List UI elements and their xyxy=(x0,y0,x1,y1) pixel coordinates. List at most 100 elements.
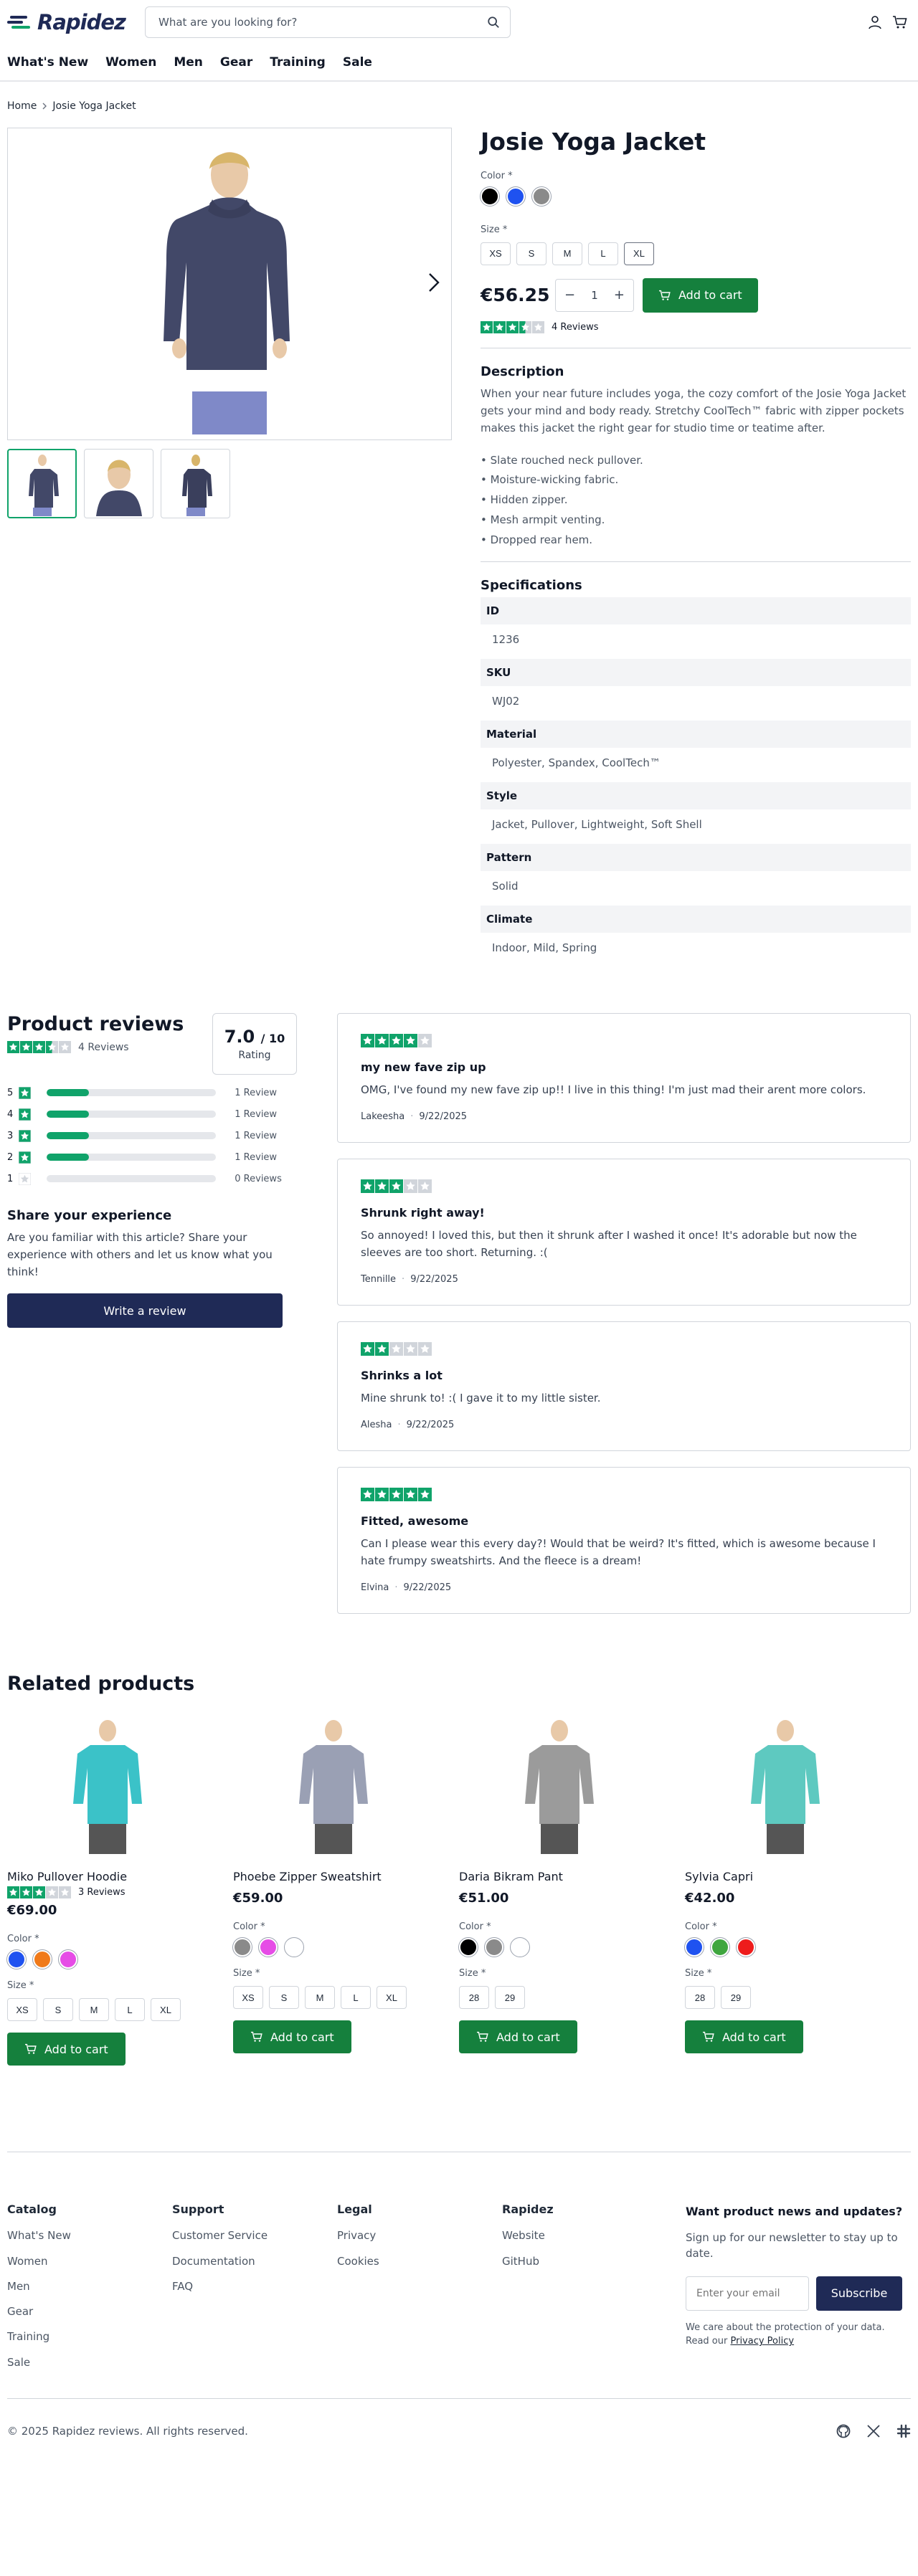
size-option-28[interactable]: 28 xyxy=(685,1986,715,2010)
quantity-value[interactable]: 1 xyxy=(591,289,598,302)
color-swatch-2[interactable] xyxy=(484,1937,504,1958)
thumbnail-2[interactable] xyxy=(84,449,153,518)
color-swatch-3[interactable] xyxy=(531,186,552,206)
nav-item-men[interactable]: Men xyxy=(174,55,203,70)
size-option-29[interactable]: 29 xyxy=(721,1986,751,2010)
write-review-button[interactable]: Write a review xyxy=(7,1293,283,1329)
related-product-name[interactable]: Miko Pullover Hoodie xyxy=(7,1870,233,1883)
review-author: Tennille xyxy=(361,1274,397,1285)
plus-icon[interactable]: + xyxy=(614,287,625,303)
add-to-cart-button[interactable]: Add to cart xyxy=(7,2033,126,2066)
add-to-cart-button[interactable]: Add to cart xyxy=(643,277,758,313)
search-input[interactable] xyxy=(158,16,474,29)
size-option-m[interactable]: M xyxy=(79,1998,109,2022)
breadcrumb-home[interactable]: Home xyxy=(7,100,37,112)
size-option-s[interactable]: S xyxy=(269,1986,299,2010)
footer-link[interactable]: GitHub xyxy=(502,2249,667,2274)
add-to-cart-button[interactable]: Add to cart xyxy=(459,2020,577,2054)
size-option-xs[interactable]: XS xyxy=(481,242,511,265)
nav-item-sale[interactable]: Sale xyxy=(343,55,372,70)
size-option-xl[interactable]: XL xyxy=(377,1986,407,2010)
cart-icon[interactable] xyxy=(892,15,908,29)
rating-bar-row[interactable]: 1 0 Reviews xyxy=(7,1168,297,1189)
footer-link[interactable]: Documentation xyxy=(172,2249,337,2274)
size-option-29[interactable]: 29 xyxy=(495,1986,525,2010)
color-swatch-2[interactable] xyxy=(32,1949,52,1970)
size-option-l[interactable]: L xyxy=(115,1998,145,2022)
review-meta: Alesha · 9/22/2025 xyxy=(361,1420,887,1430)
review-count[interactable]: 4 Reviews xyxy=(552,322,599,333)
color-swatch-1[interactable] xyxy=(480,186,500,206)
x-icon[interactable] xyxy=(866,2424,881,2438)
color-swatch-2[interactable] xyxy=(710,1937,730,1958)
size-option-l[interactable]: L xyxy=(588,242,618,265)
related-product-name[interactable]: Sylvia Capri xyxy=(685,1870,911,1883)
next-image-button[interactable] xyxy=(427,272,441,296)
footer-link[interactable]: Training xyxy=(7,2324,172,2349)
rating-bar-row[interactable]: 2 1 Review xyxy=(7,1146,297,1168)
logo[interactable]: Rapidez xyxy=(7,10,129,34)
footer-link[interactable]: Gear xyxy=(7,2299,172,2324)
color-swatch-1[interactable] xyxy=(684,1937,704,1958)
email-field[interactable] xyxy=(686,2276,809,2311)
size-option-s[interactable]: S xyxy=(43,1998,73,2022)
privacy-policy-link[interactable]: Privacy Policy xyxy=(730,2336,794,2347)
rating-bar-row[interactable]: 5 1 Review xyxy=(7,1082,297,1103)
thumbnail-1[interactable] xyxy=(7,449,77,518)
size-option-xl[interactable]: XL xyxy=(151,1998,181,2022)
footer-link[interactable]: FAQ xyxy=(172,2274,337,2299)
nav-item-women[interactable]: Women xyxy=(105,55,156,70)
related-product-image[interactable] xyxy=(488,1716,631,1860)
size-option-28[interactable]: 28 xyxy=(459,1986,489,2010)
footer-link[interactable]: Website xyxy=(502,2223,667,2248)
nav-item-training[interactable]: Training xyxy=(270,55,326,70)
footer-link[interactable]: Sale xyxy=(7,2350,172,2375)
footer-link[interactable]: What's New xyxy=(7,2223,172,2248)
size-option-m[interactable]: M xyxy=(305,1986,335,2010)
footer-link[interactable]: Men xyxy=(7,2274,172,2299)
search-bar[interactable] xyxy=(145,6,511,38)
quantity-stepper[interactable]: − 1 + xyxy=(555,278,634,312)
add-to-cart-button[interactable]: Add to cart xyxy=(685,2020,803,2054)
subscribe-button[interactable]: Subscribe xyxy=(816,2276,902,2311)
color-swatch-3[interactable] xyxy=(736,1937,756,1958)
nav-item-what-s-new[interactable]: What's New xyxy=(7,55,88,70)
thumbnail-3[interactable] xyxy=(161,449,230,518)
related-product-image[interactable] xyxy=(714,1716,857,1860)
rating-bar-row[interactable]: 3 1 Review xyxy=(7,1125,297,1146)
size-option-m[interactable]: M xyxy=(552,242,582,265)
rating-bar-row[interactable]: 4 1 Review xyxy=(7,1103,297,1125)
footer-link[interactable]: Privacy xyxy=(337,2223,502,2248)
color-swatch-3[interactable] xyxy=(58,1949,78,1970)
slack-icon[interactable] xyxy=(896,2424,911,2438)
breadcrumb-current[interactable]: Josie Yoga Jacket xyxy=(52,100,136,112)
minus-icon[interactable]: − xyxy=(564,287,575,303)
footer-link[interactable]: Customer Service xyxy=(172,2223,337,2248)
search-icon[interactable] xyxy=(487,16,500,29)
footer-link[interactable]: Women xyxy=(7,2249,172,2274)
main-product-image[interactable] xyxy=(7,128,452,440)
size-option-xs[interactable]: XS xyxy=(7,1998,37,2022)
color-swatch-3[interactable] xyxy=(284,1937,304,1958)
color-swatch-2[interactable] xyxy=(506,186,526,206)
related-product-name[interactable]: Daria Bikram Pant xyxy=(459,1870,685,1883)
color-swatch-2[interactable] xyxy=(258,1937,278,1958)
color-swatch-1[interactable] xyxy=(6,1949,27,1970)
size-option-l[interactable]: L xyxy=(341,1986,371,2010)
size-option-s[interactable]: S xyxy=(516,242,546,265)
rating-bar xyxy=(47,1111,217,1118)
github-icon[interactable] xyxy=(836,2424,851,2438)
color-swatch-1[interactable] xyxy=(232,1937,252,1958)
size-option-xl[interactable]: XL xyxy=(624,242,654,265)
account-icon[interactable] xyxy=(868,15,882,29)
color-swatch-1[interactable] xyxy=(458,1937,478,1958)
footer-link[interactable]: Cookies xyxy=(337,2249,502,2274)
add-to-cart-button[interactable]: Add to cart xyxy=(233,2020,351,2054)
nav-item-gear[interactable]: Gear xyxy=(220,55,252,70)
color-swatch-3[interactable] xyxy=(510,1937,530,1958)
product-rating[interactable]: 4 Reviews xyxy=(481,320,911,333)
related-product-image[interactable] xyxy=(262,1716,405,1860)
related-product-name[interactable]: Phoebe Zipper Sweatshirt xyxy=(233,1870,459,1883)
related-product-image[interactable] xyxy=(36,1716,179,1860)
size-option-xs[interactable]: XS xyxy=(233,1986,263,2010)
